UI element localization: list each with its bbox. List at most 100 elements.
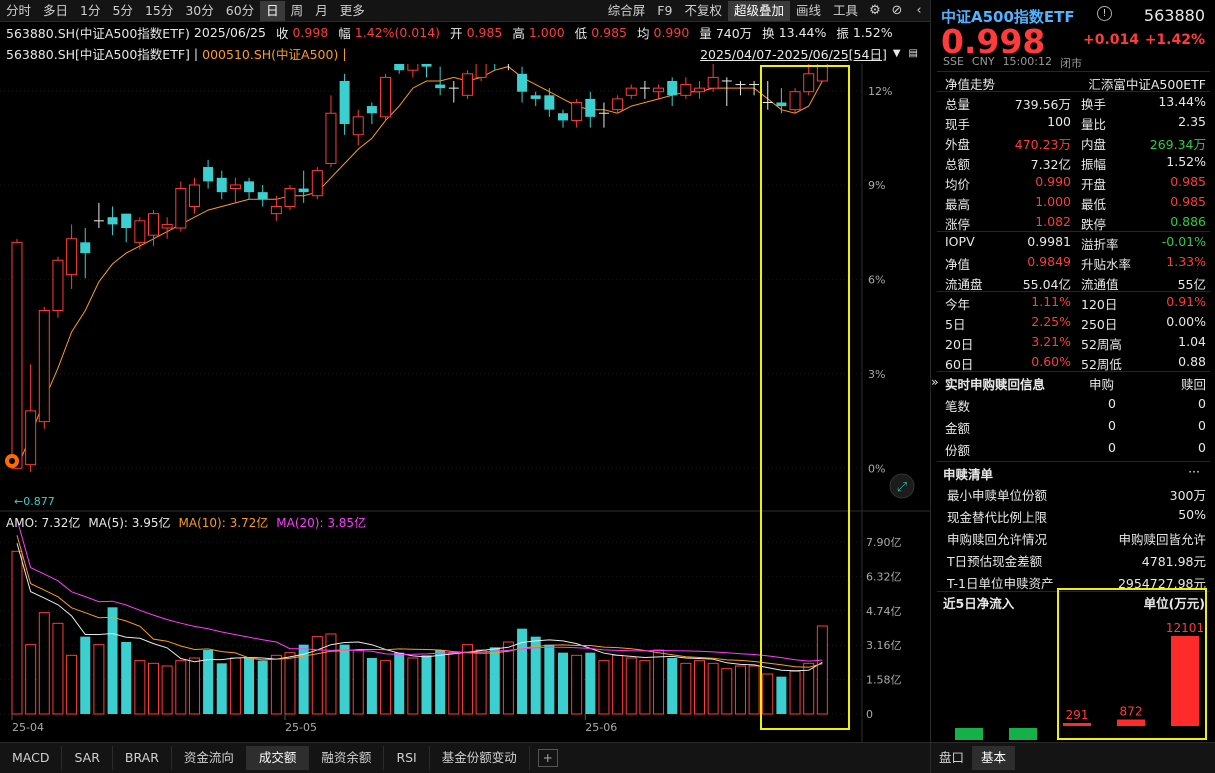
period-tab-0[interactable]: 分时 (0, 1, 37, 21)
more-icon[interactable]: ··· (1188, 464, 1200, 479)
volume-bar (640, 661, 650, 714)
candle (408, 64, 418, 77)
toolbar-right-item-2[interactable]: 不复权 (678, 1, 728, 21)
toolbar-right-item-3[interactable]: 超级叠加 (728, 1, 790, 21)
period-tab-5[interactable]: 30分 (179, 1, 219, 21)
overlay-compare[interactable]: 000510.SH(中证A500) (202, 44, 338, 63)
stat-row: 涨停1.082跌停0.886 (931, 212, 1215, 232)
indicator-tab-0[interactable]: MACD (0, 746, 62, 770)
candle (326, 95, 336, 167)
gear-icon[interactable]: ⚙ (864, 1, 886, 21)
candle (258, 185, 268, 207)
close-label: 收 (276, 23, 289, 42)
candle (299, 171, 309, 203)
candle (285, 185, 295, 210)
date-tick-label: 25-05 (285, 721, 317, 734)
date-range[interactable]: 2025/04/07-2025/06/25[54日] (700, 44, 887, 63)
period-tab-7[interactable]: 日 (260, 1, 285, 21)
stat-label: 总额 (945, 154, 970, 173)
indicator-tab-7[interactable]: 基金份额变动 (430, 746, 530, 770)
candle (544, 88, 554, 117)
indicator-tab-2[interactable]: BRAR (113, 746, 172, 770)
period-toolbar: 分时多日1分5分15分30分60分日周月更多 综合屏F9不复权超级叠加画线工具 … (0, 0, 930, 22)
volume-axis: 7.90亿6.32亿4.74亿3.16亿1.58亿0 (866, 536, 902, 721)
stat-row: 净值0.9849升贴水率1.33% (931, 252, 1215, 272)
inflow-title: 近5日净流入 (943, 593, 1014, 612)
volume-bar (735, 666, 745, 714)
period-tab-6[interactable]: 60分 (220, 1, 260, 21)
candle (189, 178, 199, 214)
volume-ma-lines (17, 519, 822, 671)
indicator-tab-5[interactable]: 融资余额 (309, 746, 384, 770)
vol-value: 740万 (716, 23, 752, 42)
close-value: 0.998 (292, 25, 328, 40)
creation-row-redeem: 0 (1198, 440, 1206, 455)
price-tick-label: 6% (868, 274, 885, 287)
period-tab-8[interactable]: 周 (285, 1, 310, 21)
meta-time: 15:00:12 (1003, 55, 1052, 71)
stat-value: 0.88 (1178, 354, 1206, 369)
turnover-value: 13.44% (779, 25, 827, 40)
volume-bar (667, 658, 677, 714)
price-tick-label: 9% (868, 179, 885, 192)
right-panel: 中证A500指数ETF ! 563880 0.998 +0.014 +1.42%… (930, 0, 1215, 773)
indicator-tabs: MACDSARBRAR资金流向成交额融资余额RSI基金份额变动 + (0, 742, 930, 773)
period-tab-1[interactable]: 多日 (37, 1, 74, 21)
candle (121, 214, 131, 243)
period-tab-3[interactable]: 5分 (106, 1, 138, 21)
indicator-tab-1[interactable]: SAR (62, 746, 112, 770)
candle (244, 178, 254, 200)
kline-chart[interactable]: 12%9%6%3%0% 1.000⟶←0.877 7.90亿6.32亿4.74亿… (0, 64, 930, 742)
lock-icon[interactable]: ▤ (909, 48, 918, 59)
stat-label: 总量 (945, 94, 970, 113)
period-tab-10[interactable]: 更多 (334, 1, 371, 21)
period-tab-2[interactable]: 1分 (74, 1, 106, 21)
stat-label: 5日 (945, 314, 965, 333)
candle (449, 81, 459, 103)
candle (763, 81, 773, 110)
indicator-tab-6[interactable]: RSI (384, 746, 429, 770)
nav-trend-row[interactable]: 净值走势 汇添富中证A500ETF (931, 72, 1215, 92)
volume-bar (544, 645, 554, 714)
stat-row: IOPV0.9981溢折率-0.01% (931, 232, 1215, 252)
volume-bar (285, 653, 295, 714)
amo-line: AMO: 7.32亿 MA(5): 3.95亿 MA(10): 3.72亿 MA… (0, 513, 760, 531)
stat-value: 2.35 (1178, 114, 1206, 129)
candle (804, 64, 814, 95)
list-row: 申购赎回允许情况申购赎回皆允许 (931, 527, 1215, 547)
info-icon[interactable]: ! (1097, 6, 1112, 21)
candle (681, 77, 691, 99)
period-tab-9[interactable]: 月 (309, 1, 334, 21)
toolbar-right-item-4[interactable]: 画线 (790, 1, 827, 21)
indicator-tab-3[interactable]: 资金流向 (172, 746, 247, 770)
price-tick-label: 12% (868, 85, 892, 98)
add-tab-icon[interactable]: + (538, 749, 558, 767)
expand-arrow-icon: ⤢ (897, 480, 907, 495)
toolbar-right-item-5[interactable]: 工具 (827, 1, 864, 21)
right-tab-1[interactable]: 基本 (973, 746, 1015, 770)
price-grid (0, 91, 862, 468)
right-tab-0[interactable]: 盘口 (931, 746, 973, 770)
toolbar-right-item-0[interactable]: 综合屏 (602, 1, 652, 21)
stat-value: 1.33% (1166, 254, 1206, 269)
toolbar-right-item-1[interactable]: F9 (651, 1, 678, 21)
amo-ma10: MA(10): 3.72亿 (179, 514, 269, 531)
expand-panel-icon[interactable]: » (931, 374, 939, 389)
volume-ma-20 (17, 519, 822, 661)
volume-bar (585, 653, 595, 714)
collapse-arrow-icon[interactable]: ‹ (908, 1, 930, 21)
indicator-tab-4[interactable]: 成交额 (247, 746, 310, 770)
volume-bar (217, 663, 227, 714)
pin-icon[interactable]: ⊘ (886, 1, 908, 21)
stat-value: 0.990 (1035, 174, 1071, 189)
high-label: 高 (512, 23, 525, 42)
period-tab-4[interactable]: 15分 (139, 1, 179, 21)
stat-row: 20日3.21%52周高1.04 (931, 332, 1215, 352)
volume-bar (681, 663, 691, 714)
quote-info-line: 563880.SH(中证A500指数ETF) 2025/06/25 收0.998… (0, 22, 930, 43)
candle (217, 171, 227, 200)
volume-tick-label: 0 (866, 708, 873, 721)
range-dropdown-icon[interactable]: ▼ (893, 48, 901, 59)
right-bottom-tabs: 盘口基本 (931, 742, 1215, 773)
vol-label: 量 (699, 23, 712, 42)
